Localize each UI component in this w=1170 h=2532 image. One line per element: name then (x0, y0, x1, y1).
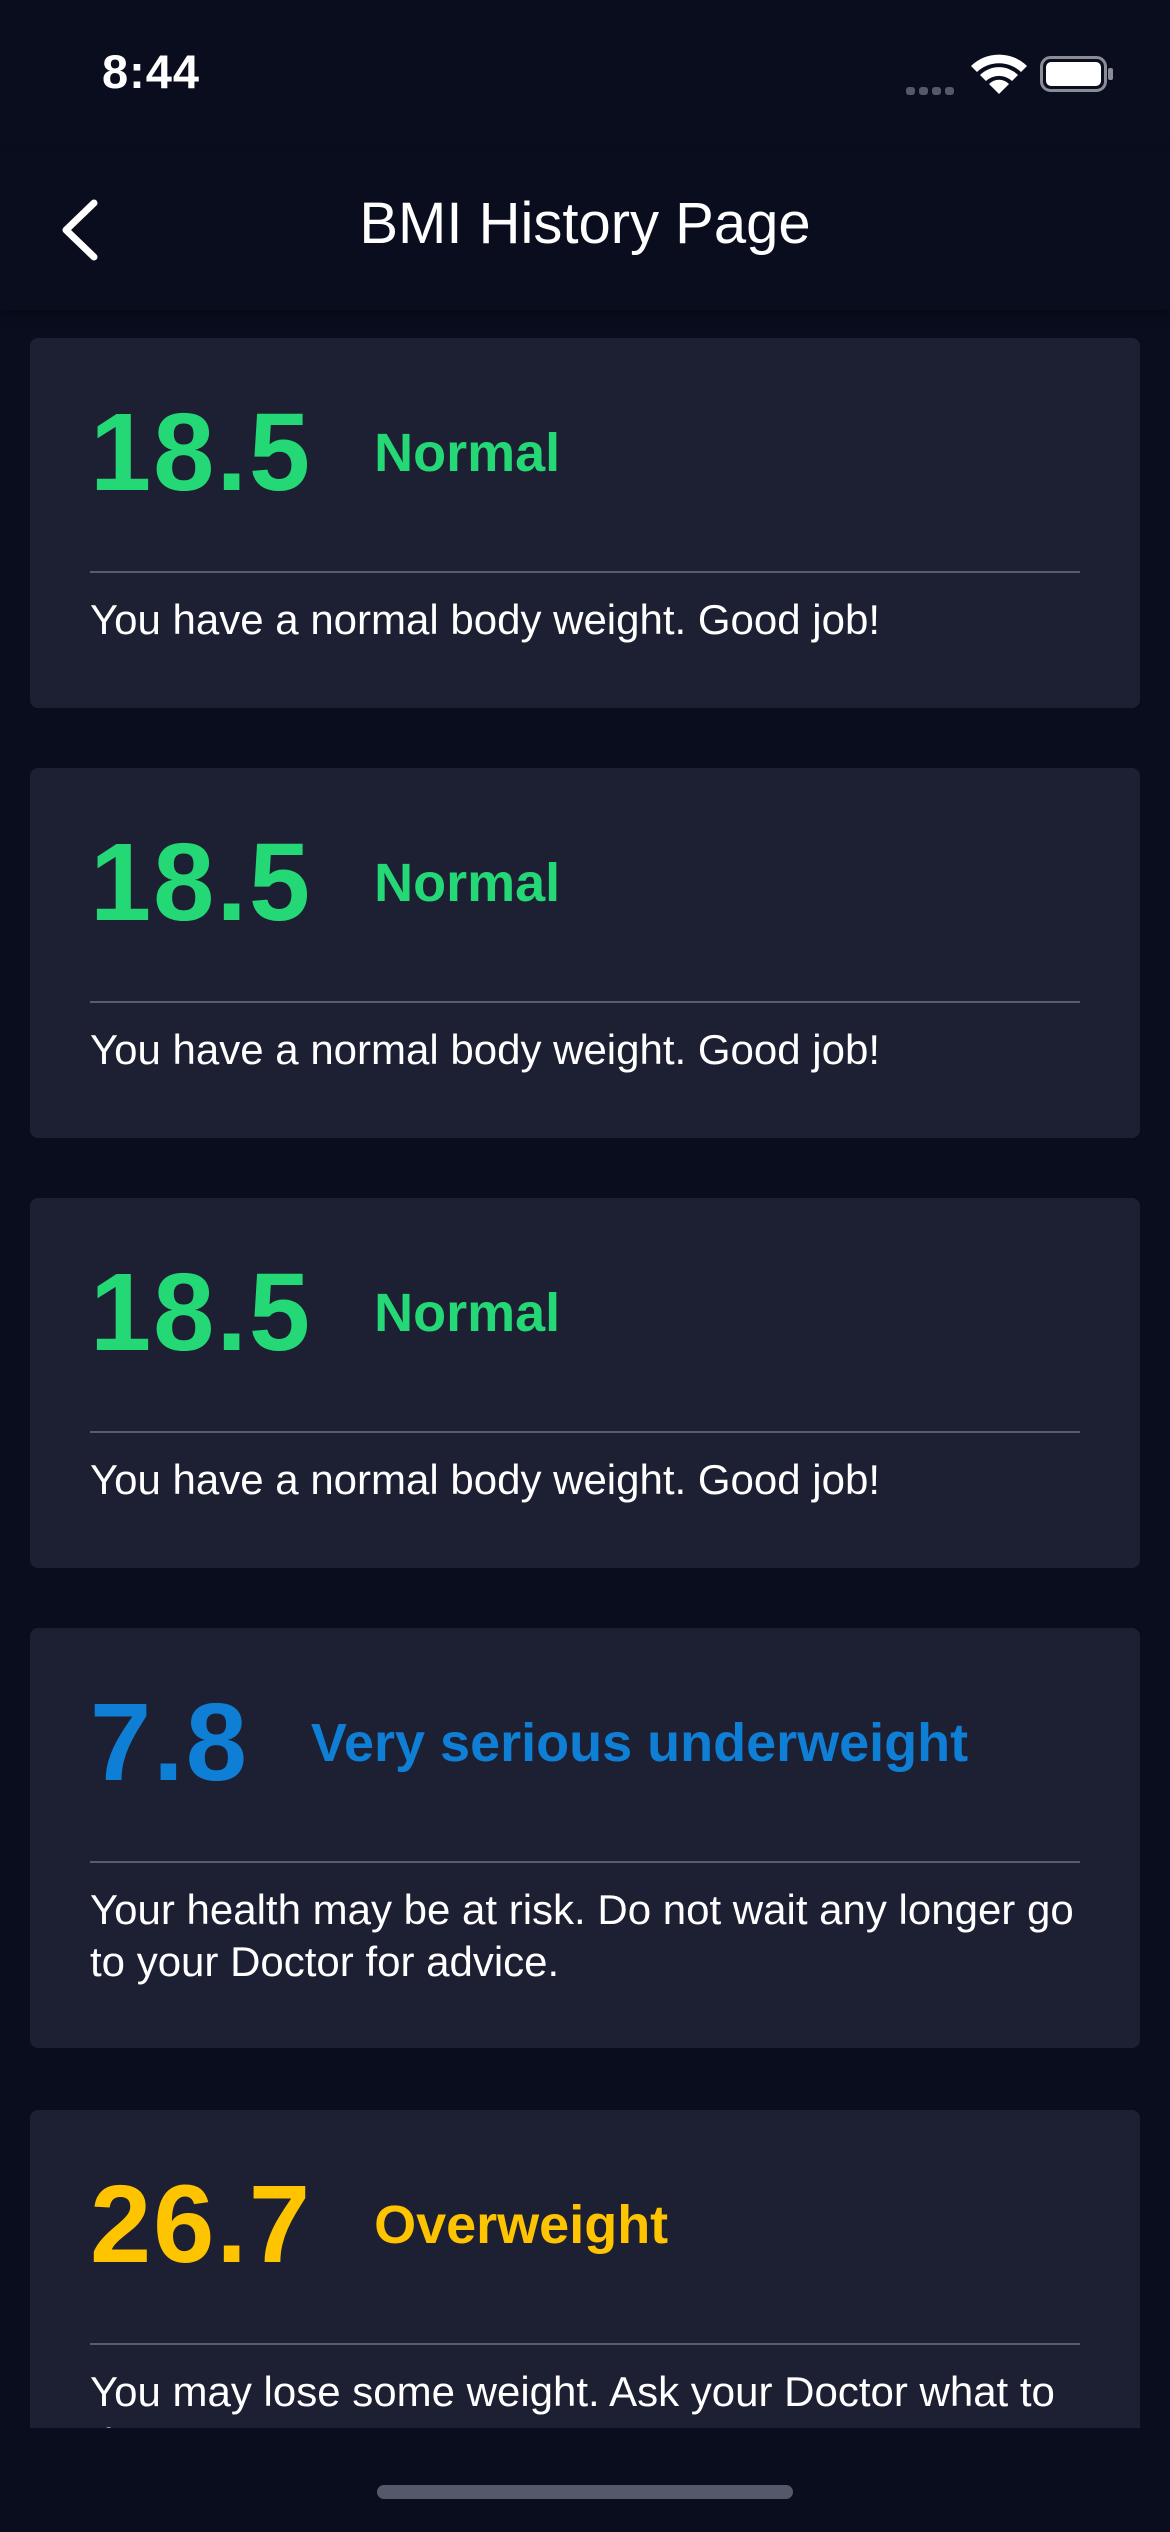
bmi-message: You have a normal body weight. Good job! (90, 1026, 880, 1073)
bmi-message: You have a normal body weight. Good job! (90, 596, 880, 643)
bmi-message: You have a normal body weight. Good job! (90, 1456, 880, 1503)
history-card[interactable]: 18.5 Normal You have a normal body weigh… (30, 338, 1140, 708)
bmi-category: Normal (374, 1283, 561, 1343)
card-divider (90, 571, 1080, 573)
bmi-category: Normal (374, 423, 561, 483)
history-card[interactable]: 26.7 Overweight You may lose some weight… (30, 2110, 1140, 2428)
card-header: 18.5 Normal (90, 1258, 560, 1368)
navigation-bar: BMI History Page (0, 150, 1170, 310)
card-divider (90, 1001, 1080, 1003)
battery-icon (1040, 56, 1113, 92)
bmi-message: You may lose some weight. Ask your Docto… (90, 2368, 1055, 2428)
card-header: 7.8 Very serious underweight (90, 1688, 968, 1798)
bmi-category: Very serious underweight (310, 1713, 969, 1773)
history-card[interactable]: 18.5 Normal You have a normal body weigh… (30, 768, 1140, 1138)
card-divider (90, 1861, 1080, 1863)
card-divider (90, 2343, 1080, 2345)
home-indicator[interactable] (377, 2485, 793, 2499)
bmi-value: 18.5 (90, 1251, 313, 1374)
bmi-category: Normal (374, 853, 561, 913)
cellular-signal-icon (906, 82, 960, 95)
card-header: 26.7 Overweight (90, 2170, 668, 2280)
history-card[interactable]: 18.5 Normal You have a normal body weigh… (30, 1198, 1140, 1568)
card-header: 18.5 Normal (90, 828, 560, 938)
history-card[interactable]: 7.8 Very serious underweight Your health… (30, 1628, 1140, 2048)
card-header: 18.5 Normal (90, 398, 560, 508)
page-title: BMI History Page (359, 191, 811, 256)
bmi-history-list[interactable]: 18.5 Normal You have a normal body weigh… (0, 310, 1170, 2428)
bmi-category: Overweight (374, 2195, 669, 2255)
bmi-message: Your health may be at risk. Do not wait … (90, 1886, 1074, 1985)
status-bar: 8:44 (0, 0, 1170, 150)
status-time: 8:44 (102, 45, 201, 98)
bmi-value: 7.8 (90, 1681, 249, 1804)
bmi-value: 18.5 (90, 391, 313, 514)
card-divider (90, 1431, 1080, 1433)
bmi-value: 26.7 (90, 2163, 313, 2286)
bmi-value: 18.5 (90, 821, 313, 944)
wifi-icon (971, 54, 1027, 94)
